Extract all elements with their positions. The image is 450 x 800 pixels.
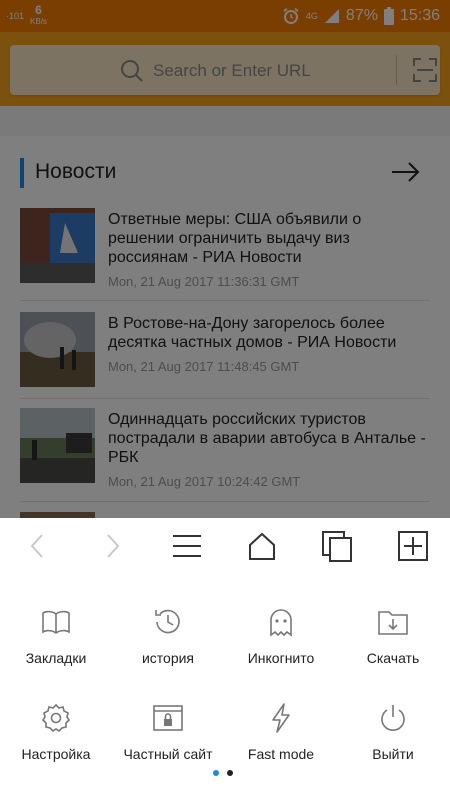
gear-icon: [41, 703, 71, 733]
fast-mode-button[interactable]: Fast mode: [225, 702, 337, 792]
page-indicator: [213, 770, 233, 776]
private-site-icon: [153, 705, 183, 731]
history-label: история: [141, 650, 195, 666]
history-icon: [155, 609, 180, 634]
settings-button[interactable]: Настройка: [0, 702, 112, 792]
incognito-button[interactable]: Инкогнито: [225, 606, 337, 696]
exit-button[interactable]: Выйти: [337, 702, 449, 792]
download-folder-icon: [378, 611, 408, 635]
fast-mode-label: Fast mode: [247, 746, 315, 762]
new-tab-icon[interactable]: [397, 530, 429, 562]
dim-overlay[interactable]: [0, 0, 450, 518]
history-button[interactable]: история: [112, 606, 224, 696]
incognito-label: Инкогнито: [247, 650, 315, 666]
menu-icon[interactable]: [171, 530, 203, 562]
bookmarks-button[interactable]: Закладки: [0, 606, 112, 696]
back-icon[interactable]: [22, 530, 54, 562]
page-dot-active[interactable]: [213, 770, 219, 776]
forward-icon[interactable]: [96, 530, 128, 562]
exit-label: Выйти: [372, 746, 414, 762]
settings-label: Настройка: [21, 746, 91, 762]
bookmarks-label: Закладки: [25, 650, 87, 666]
browser-menu-sheet: Закладки история Инкогнито Скачать Настр…: [0, 518, 450, 800]
private-site-button[interactable]: Частный сайт: [112, 702, 224, 792]
bottom-toolbar: [0, 518, 450, 574]
private-site-label: Частный сайт: [123, 746, 213, 762]
page-dot[interactable]: [227, 770, 233, 776]
download-label: Скачать: [366, 650, 420, 666]
home-icon[interactable]: [246, 530, 278, 562]
download-button[interactable]: Скачать: [337, 606, 449, 696]
power-icon: [381, 705, 405, 731]
bookmarks-icon: [42, 610, 70, 634]
lightning-icon: [272, 703, 290, 733]
ghost-icon: [270, 609, 292, 637]
tabs-icon[interactable]: [321, 530, 353, 562]
